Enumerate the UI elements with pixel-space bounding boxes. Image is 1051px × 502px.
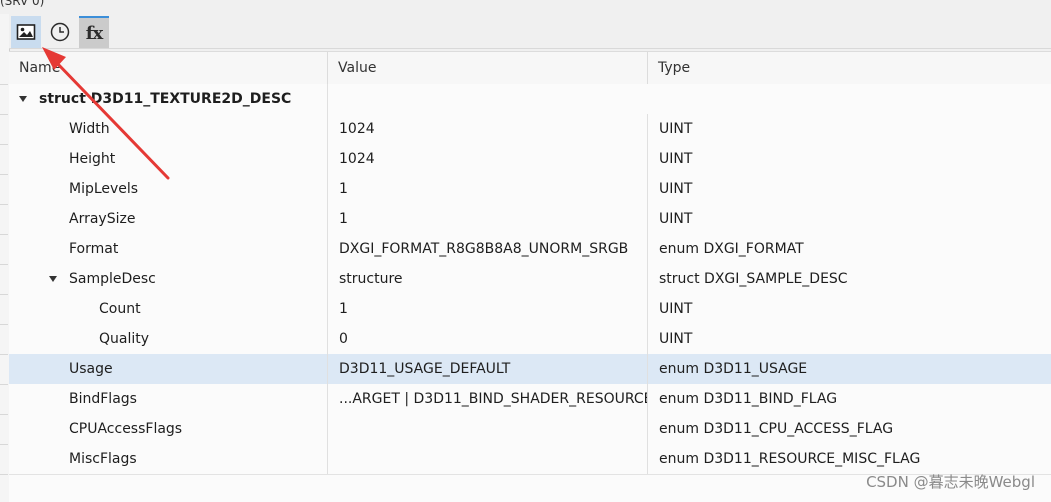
property-name: MiscFlags xyxy=(69,451,137,467)
property-type: enum D3D11_CPU_ACCESS_FLAG xyxy=(659,421,894,437)
name-cell: Format xyxy=(9,234,328,264)
name-cell: Usage xyxy=(9,354,328,384)
image-icon xyxy=(16,24,36,40)
table-row[interactable]: BindFlags ...ARGET | D3D11_BIND_SHADER_RE… xyxy=(9,384,1051,415)
property-type: UINT xyxy=(659,301,693,317)
property-type: UINT xyxy=(659,121,693,137)
property-type: struct DXGI_SAMPLE_DESC xyxy=(659,271,848,287)
property-name: Count xyxy=(99,301,141,317)
name-cell: struct D3D11_TEXTURE2D_DESC xyxy=(9,84,328,114)
expand-caret-icon[interactable] xyxy=(19,96,27,102)
property-name: BindFlags xyxy=(69,391,137,407)
name-cell: BindFlags xyxy=(9,384,328,414)
name-cell: ArraySize xyxy=(9,204,328,234)
property-name: Quality xyxy=(99,331,150,347)
property-type: enum D3D11_BIND_FLAG xyxy=(659,391,838,407)
name-cell: SampleDesc xyxy=(9,264,328,294)
table-row[interactable]: Format DXGI_FORMAT_R8G8B8A8_UNORM_SRGB enu… xyxy=(9,234,1051,265)
window-title-fragment: (SRV 0) xyxy=(0,0,45,8)
property-name: struct D3D11_TEXTURE2D_DESC xyxy=(39,91,292,107)
property-type: UINT xyxy=(659,151,693,167)
name-cell: Count xyxy=(9,294,328,324)
property-value[interactable]: DXGI_FORMAT_R8G8B8A8_UNORM_SRGB xyxy=(328,234,648,264)
history-icon xyxy=(50,22,70,42)
table-row[interactable]: ArraySize 1 UINT xyxy=(9,204,1051,235)
history-button[interactable] xyxy=(45,16,75,48)
property-type: UINT xyxy=(659,331,693,347)
property-type: enum D3D11_USAGE xyxy=(659,361,808,377)
name-cell: Quality xyxy=(9,324,328,354)
expand-caret-icon[interactable] xyxy=(49,276,57,282)
column-header-name[interactable]: Name xyxy=(9,52,328,84)
property-value[interactable]: D3D11_USAGE_DEFAULT xyxy=(328,354,648,384)
table-row[interactable]: CPUAccessFlags enum D3D11_CPU_ACCESS_FLAG xyxy=(9,414,1051,445)
grid-header: Name Value Type xyxy=(9,51,1051,85)
fx-icon: fx xyxy=(85,22,104,44)
name-cell: MipLevels xyxy=(9,174,328,204)
property-name: Height xyxy=(69,151,116,167)
property-type: UINT xyxy=(659,211,693,227)
property-value[interactable]: 0 xyxy=(328,324,648,354)
table-row[interactable]: MipLevels 1 UINT xyxy=(9,174,1051,205)
property-name: MipLevels xyxy=(69,181,139,197)
property-value[interactable]: 1 xyxy=(328,294,648,324)
name-cell: MiscFlags xyxy=(9,444,328,474)
property-type xyxy=(648,84,1051,114)
toolbar: fx xyxy=(9,14,1051,49)
name-cell: Height xyxy=(9,144,328,174)
property-value[interactable]: structure xyxy=(328,264,648,294)
property-value[interactable] xyxy=(328,414,648,444)
property-value[interactable]: 1024 xyxy=(328,144,648,174)
column-header-type[interactable]: Type xyxy=(648,52,1051,84)
watermark: CSDN @暮志未晚Webgl xyxy=(866,473,1035,491)
table-row[interactable]: Quality 0 UINT xyxy=(9,324,1051,355)
properties-grid: Name Value Type struct D3D11_TEXTURE2D_D… xyxy=(9,51,1051,502)
property-name: CPUAccessFlags xyxy=(69,421,183,437)
table-row[interactable]: Width 1024 UINT xyxy=(9,114,1051,145)
property-value[interactable]: 1 xyxy=(328,174,648,204)
image-view-button[interactable] xyxy=(11,16,41,48)
property-value[interactable]: 1 xyxy=(328,204,648,234)
property-value[interactable] xyxy=(328,84,648,114)
table-row[interactable]: Height 1024 UINT xyxy=(9,144,1051,175)
table-row[interactable]: Usage D3D11_USAGE_DEFAULT enum D3D11_USAGE xyxy=(9,354,1051,385)
property-type: UINT xyxy=(659,181,693,197)
property-type: enum DXGI_FORMAT xyxy=(659,241,804,257)
table-row[interactable]: struct D3D11_TEXTURE2D_DESC xyxy=(9,84,1051,115)
fx-button[interactable]: fx xyxy=(79,16,109,48)
property-name: ArraySize xyxy=(69,211,136,227)
name-cell: CPUAccessFlags xyxy=(9,414,328,444)
property-name: Width xyxy=(69,121,110,137)
column-header-value[interactable]: Value xyxy=(328,52,648,84)
property-value[interactable] xyxy=(328,444,648,474)
property-name: Format xyxy=(69,241,119,257)
property-value[interactable]: ...ARGET | D3D11_BIND_SHADER_RESOURCE xyxy=(328,384,648,414)
property-type: enum D3D11_RESOURCE_MISC_FLAG xyxy=(659,451,921,467)
table-row[interactable]: SampleDesc structure struct DXGI_SAMPLE_DE… xyxy=(9,264,1051,295)
table-row[interactable]: Count 1 UINT xyxy=(9,294,1051,325)
property-value[interactable]: 1024 xyxy=(328,114,648,144)
name-cell: Width xyxy=(9,114,328,144)
property-name: SampleDesc xyxy=(69,271,156,287)
property-name: Usage xyxy=(69,361,113,377)
